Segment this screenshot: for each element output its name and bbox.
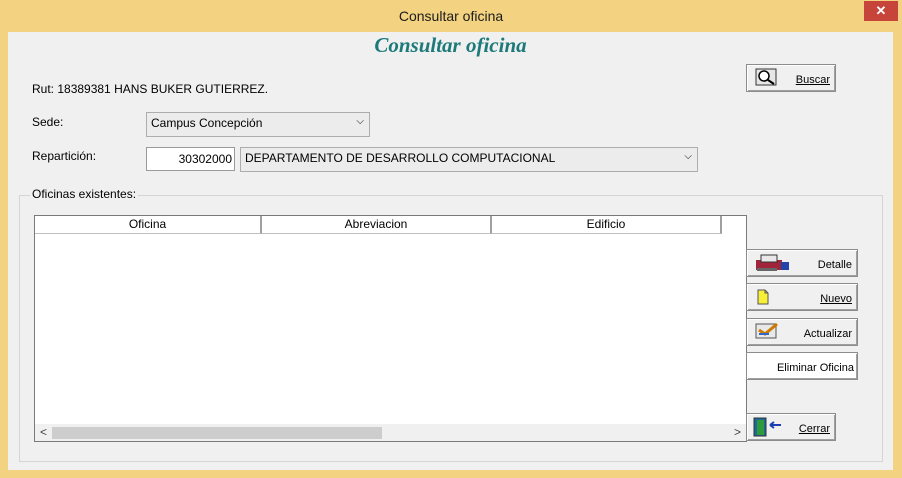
reparticion-value: DEPARTAMENTO DE DESARROLLO COMPUTACIONAL — [245, 151, 556, 165]
rut-label: Rut: 18389381 HANS BUKER GUTIERREZ. — [32, 82, 269, 96]
reparticion-select[interactable]: DEPARTAMENTO DE DESARROLLO COMPUTACIONAL… — [240, 147, 698, 172]
scroll-thumb[interactable] — [52, 427, 382, 439]
main-window: Consultar oficina ✕ Consultar oficina Ru… — [0, 0, 902, 478]
cerrar-button[interactable]: Cerrar — [746, 413, 836, 441]
edit-pencil-icon — [755, 322, 778, 339]
detalle-button[interactable]: Detalle — [746, 249, 858, 277]
chevron-down-icon: ⌵ — [684, 151, 692, 162]
reparticion-label: Repartición: — [32, 149, 97, 163]
horizontal-scrollbar[interactable]: < > — [35, 424, 746, 441]
column-header-oficina[interactable]: Oficina — [35, 216, 262, 234]
nuevo-button[interactable]: Nuevo — [746, 283, 858, 311]
close-window-button[interactable]: ✕ — [864, 1, 898, 21]
reparticion-code-value: 30302000 — [178, 152, 232, 166]
new-document-icon — [757, 289, 769, 305]
eliminar-label: Eliminar Oficina — [776, 362, 854, 374]
buscar-button[interactable]: Buscar — [746, 64, 836, 92]
oficinas-table[interactable]: Oficina Abreviacion Edificio < > — [34, 215, 747, 442]
magnifier-icon — [755, 68, 777, 86]
buscar-label: Buscar — [795, 74, 830, 86]
cerrar-label: Cerrar — [798, 423, 830, 435]
form-client-area: Consultar oficina Rut: 18389381 HANS BUK… — [8, 32, 893, 470]
detail-icon — [756, 254, 789, 271]
scroll-right-icon[interactable]: > — [734, 425, 741, 439]
oficinas-label: Oficinas existentes: — [30, 187, 139, 201]
sede-select[interactable]: Campus Concepción ⌵ — [146, 112, 370, 137]
actualizar-label: Actualizar — [803, 328, 852, 340]
chevron-down-icon: ⌵ — [356, 116, 364, 127]
page-title: Consultar oficina — [374, 33, 527, 57]
detalle-label: Detalle — [817, 259, 852, 271]
exit-door-icon — [753, 417, 781, 437]
title-bar: Consultar oficina ✕ — [0, 0, 902, 32]
column-header-edificio[interactable]: Edificio — [492, 216, 722, 234]
sede-label: Sede: — [32, 115, 64, 129]
column-header-abreviacion[interactable]: Abreviacion — [262, 216, 492, 234]
reparticion-code-input[interactable]: 30302000 — [146, 147, 235, 171]
eliminar-oficina-button[interactable]: Eliminar Oficina — [746, 352, 858, 380]
actualizar-button[interactable]: Actualizar — [746, 318, 858, 346]
nuevo-label: Nuevo — [820, 293, 852, 305]
scroll-left-icon[interactable]: < — [40, 425, 47, 439]
window-title: Consultar oficina — [398, 8, 504, 24]
sede-value: Campus Concepción — [151, 116, 263, 130]
